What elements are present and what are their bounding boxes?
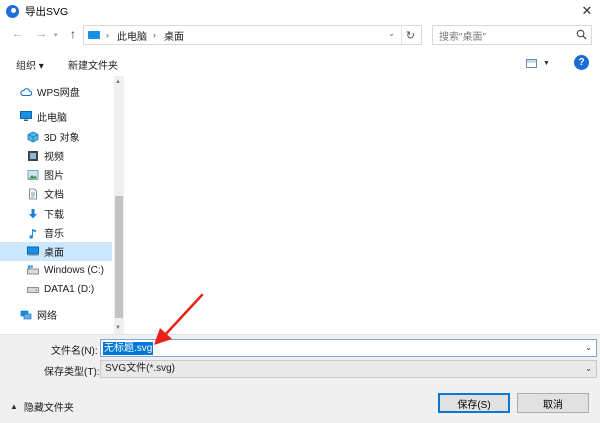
filetype-select[interactable]: SVG文件(*.svg) ⌄ <box>100 360 597 378</box>
sidebar-item-label: 音乐 <box>44 229 64 240</box>
picture-icon <box>27 169 39 181</box>
hide-folders-toggle[interactable]: ▲ 隐藏文件夹 <box>10 399 74 414</box>
window-title: 导出SVG <box>25 5 69 18</box>
filetype-value: SVG文件(*.svg) <box>105 363 176 374</box>
search-placeholder: 搜索"桌面" <box>439 31 487 43</box>
sidebar-item-label: DATA1 (D:) <box>44 284 95 295</box>
navigation-pane: WPS网盘 此电脑 3D 对象 视频 图片 文档 下载 音乐 桌面 Window… <box>0 76 114 334</box>
scroll-up-icon[interactable]: ▲ <box>115 79 121 85</box>
organize-button[interactable]: 组织 ▾ <box>16 57 44 72</box>
recent-dropdown-icon[interactable]: ▾ <box>54 31 58 39</box>
scrollbar-thumb[interactable] <box>115 196 123 318</box>
music-icon <box>27 227 39 239</box>
sidebar-item-label: 网络 <box>37 311 57 322</box>
network-icon <box>20 309 32 321</box>
sidebar-item-downloads[interactable]: 下载 <box>0 204 112 223</box>
sidebar-item-label: 视频 <box>44 152 64 163</box>
video-icon <box>27 150 39 162</box>
back-arrow-icon[interactable]: ← <box>12 28 23 40</box>
breadcrumb-separator[interactable]: › <box>153 30 156 40</box>
download-icon <box>27 208 39 220</box>
chevron-down-icon: ▼ <box>543 59 550 67</box>
computer-icon <box>88 31 100 39</box>
file-list-area[interactable] <box>124 76 600 334</box>
title-bar: 导出SVG ✕ <box>0 0 600 22</box>
sidebar-item-documents[interactable]: 文档 <box>0 184 112 203</box>
scroll-down-icon[interactable]: ▼ <box>115 325 121 331</box>
chevron-down-icon[interactable]: ⌄ <box>585 343 592 352</box>
cube-icon <box>27 131 39 143</box>
app-logo-icon <box>6 4 19 18</box>
sidebar-item-label: 3D 对象 <box>44 133 80 144</box>
sidebar-item-this-pc[interactable]: 此电脑 <box>0 107 112 126</box>
sidebar-item-label: WPS网盘 <box>37 88 80 99</box>
search-input[interactable]: 搜索"桌面" <box>432 25 592 45</box>
navigation-bar: ← → ▾ ↑ › 此电脑 › 桌面 ⌄ ↻ 搜索"桌面" <box>0 22 600 50</box>
command-toolbar: 组织 ▾ 新建文件夹 ▼ ? <box>0 50 600 76</box>
new-folder-button[interactable]: 新建文件夹 <box>68 57 118 72</box>
address-dropdown-icon[interactable]: ⌄ <box>388 29 395 38</box>
filename-label: 文件名(N): <box>51 346 98 357</box>
filename-field[interactable]: 无标题.svg ⌄ <box>100 339 597 357</box>
save-options-panel: 文件名(N): 无标题.svg ⌄ 保存类型(T): SVG文件(*.svg) … <box>0 334 600 423</box>
sidebar-item-label: 桌面 <box>44 248 64 259</box>
filename-value: 无标题.svg <box>103 342 154 355</box>
sidebar-item-network[interactable]: 网络 <box>0 305 112 324</box>
close-button[interactable]: ✕ <box>574 0 600 22</box>
sidebar-item-3d-objects[interactable]: 3D 对象 <box>0 127 112 146</box>
drive-icon <box>27 284 39 296</box>
breadcrumb-desktop[interactable]: 桌面 <box>164 28 184 43</box>
cancel-button[interactable]: 取消 <box>517 393 589 413</box>
cloud-icon <box>20 86 32 98</box>
sidebar-scrollbar[interactable]: ▲ ▼ <box>114 76 124 334</box>
sidebar-item-drive-d[interactable]: DATA1 (D:) <box>0 280 112 299</box>
chevron-up-icon: ▲ <box>10 402 18 411</box>
sidebar-item-music[interactable]: 音乐 <box>0 223 112 242</box>
desktop-icon <box>27 246 39 258</box>
breadcrumb-separator[interactable]: › <box>106 30 109 40</box>
chevron-down-icon: ⌄ <box>585 364 592 373</box>
sidebar-item-label: 此电脑 <box>37 113 67 124</box>
sidebar-item-label: Windows (C:) <box>44 265 105 276</box>
change-view-button[interactable]: ▼ <box>526 57 554 69</box>
hide-folders-label: 隐藏文件夹 <box>23 403 74 414</box>
sidebar-item-label: 下载 <box>44 210 64 221</box>
help-button[interactable]: ? <box>574 55 589 70</box>
document-icon <box>27 188 39 200</box>
computer-icon <box>20 111 32 123</box>
sidebar-item-desktop[interactable]: 桌面 <box>0 242 112 261</box>
refresh-icon[interactable]: ↻ <box>401 26 419 44</box>
view-icon <box>526 58 537 68</box>
sidebar-item-pictures[interactable]: 图片 <box>0 165 112 184</box>
save-button[interactable]: 保存(S) <box>438 393 510 413</box>
search-icon[interactable] <box>576 29 587 40</box>
filetype-label: 保存类型(T): <box>44 367 100 378</box>
sidebar-item-label: 图片 <box>44 171 64 182</box>
up-arrow-icon[interactable]: ↑ <box>70 27 76 41</box>
address-bar[interactable]: › 此电脑 › 桌面 ⌄ ↻ <box>83 25 422 45</box>
sidebar-item-label: 文档 <box>44 190 64 201</box>
sidebar-item-videos[interactable]: 视频 <box>0 146 112 165</box>
sidebar-item-drive-c[interactable]: Windows (C:) <box>0 261 112 280</box>
windows-drive-icon <box>27 265 39 277</box>
sidebar-item-wps-cloud[interactable]: WPS网盘 <box>0 82 112 101</box>
forward-arrow-icon[interactable]: → <box>36 28 47 40</box>
breadcrumb-this-pc[interactable]: 此电脑 <box>117 28 147 43</box>
